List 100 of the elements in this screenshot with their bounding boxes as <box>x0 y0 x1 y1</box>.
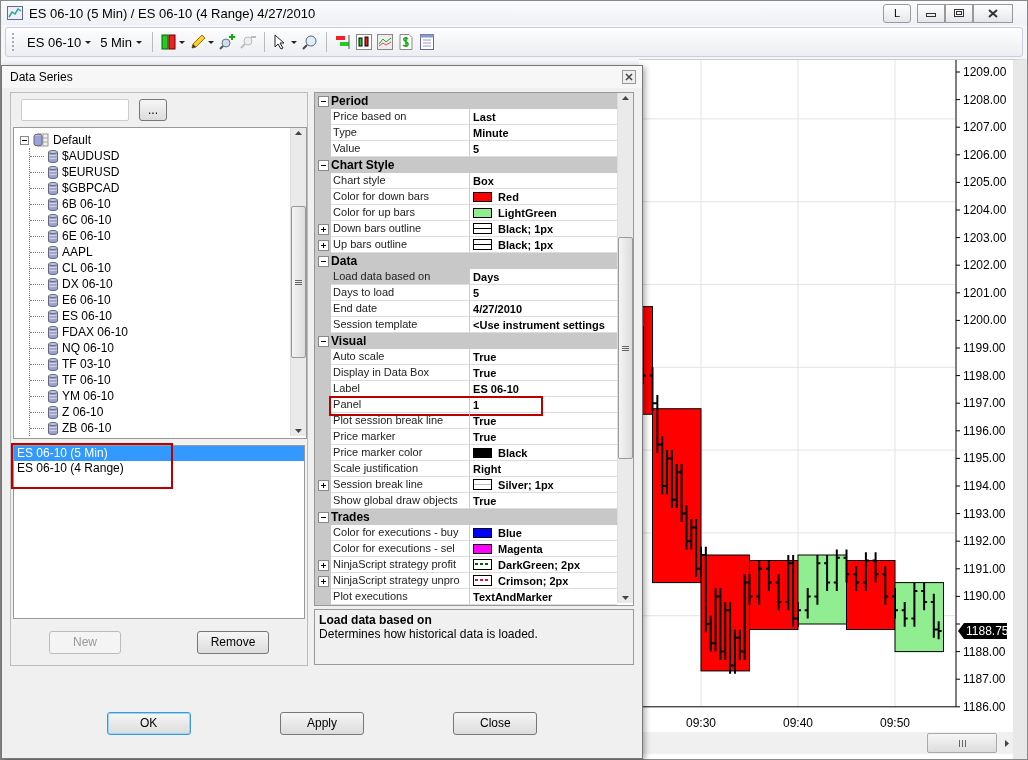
property-value[interactable]: Days <box>473 270 500 283</box>
browse-button[interactable]: ... <box>139 99 167 121</box>
property-value[interactable]: Last <box>473 110 496 123</box>
instrument-dropdown[interactable]: ES 06-10 <box>24 32 95 52</box>
dialog-button[interactable]: OK <box>106 711 191 735</box>
property-name[interactable]: Down bars outline <box>331 221 471 237</box>
tree-item[interactable]: 6B 06-10 <box>62 197 111 211</box>
expand-toggle[interactable] <box>317 575 329 587</box>
data-series-button[interactable] <box>334 33 352 51</box>
close-button[interactable] <box>973 3 1013 23</box>
property-name[interactable]: Load data based on <box>331 269 471 285</box>
property-name[interactable]: Price marker color <box>331 445 471 461</box>
property-name[interactable]: Chart style <box>331 173 471 189</box>
collapse-toggle[interactable] <box>317 335 329 347</box>
property-name[interactable]: End date <box>331 301 471 317</box>
tree-item[interactable]: $AUDUSD <box>62 149 120 163</box>
property-name[interactable]: Plot session break line <box>331 413 471 429</box>
property-value[interactable]: Silver; 1px <box>498 478 554 491</box>
collapse-toggle[interactable] <box>317 255 329 267</box>
tree-item[interactable]: $EURUSD <box>62 165 120 179</box>
property-name[interactable]: Type <box>331 125 471 141</box>
property-value[interactable]: True <box>473 366 497 379</box>
property-value[interactable]: True <box>473 414 497 427</box>
interval-dropdown[interactable]: 5 Min <box>97 32 145 52</box>
zoom-in-button[interactable] <box>218 33 236 51</box>
property-value[interactable]: LightGreen <box>498 206 557 219</box>
property-name[interactable]: Color for executions - sel <box>331 541 471 557</box>
expand-toggle[interactable] <box>317 479 329 491</box>
property-name[interactable]: Plot executions <box>331 589 471 605</box>
scrollbar-thumb[interactable] <box>291 206 307 358</box>
property-name[interactable]: NinjaScript strategy unpro <box>331 573 471 589</box>
expand-toggle[interactable] <box>317 239 329 251</box>
property-value[interactable]: Right <box>473 462 502 475</box>
property-name[interactable]: Color for up bars <box>331 205 471 221</box>
search-field[interactable] <box>21 99 129 121</box>
property-value[interactable]: Magenta <box>498 542 543 555</box>
property-name[interactable]: Session break line <box>331 477 471 493</box>
tree-item[interactable]: $GBPCAD <box>62 181 120 195</box>
property-value[interactable]: True <box>473 430 497 443</box>
property-value[interactable]: ES 06-10 <box>473 382 519 395</box>
property-value[interactable]: True <box>473 494 497 507</box>
list-item[interactable]: ES 06-10 (4 Range) <box>14 461 305 476</box>
tree-item[interactable]: ZB 06-10 <box>62 421 112 435</box>
property-value[interactable]: TextAndMarker <box>473 590 553 603</box>
tree-item[interactable]: 6E 06-10 <box>62 229 111 243</box>
tree-item[interactable]: DX 06-10 <box>62 277 113 291</box>
property-name[interactable]: Display in Data Box <box>331 365 471 381</box>
dialog-button[interactable]: Apply <box>280 711 364 735</box>
collapse-toggle[interactable] <box>317 511 329 523</box>
property-value[interactable]: Blue <box>498 526 522 539</box>
property-name[interactable]: Color for executions - buy <box>331 525 471 541</box>
collapse-toggle[interactable] <box>317 95 329 107</box>
property-value[interactable]: Crimson; 2px <box>498 574 569 587</box>
orders-button[interactable] <box>397 33 415 51</box>
search-button[interactable] <box>301 33 319 51</box>
drawing-tool-button[interactable] <box>189 33 215 51</box>
collapse-toggle[interactable] <box>20 135 29 145</box>
tree-item[interactable]: NQ 06-10 <box>62 341 115 355</box>
property-name[interactable]: NinjaScript strategy profit <box>331 557 471 573</box>
collapse-toggle[interactable] <box>317 159 329 171</box>
tree-item[interactable]: ES 06-10 <box>62 309 113 323</box>
tree-item[interactable]: CL 06-10 <box>62 261 111 275</box>
tree-item[interactable]: FDAX 06-10 <box>62 325 129 339</box>
tree-item[interactable]: TF 06-10 <box>62 373 111 387</box>
property-name[interactable]: Color for down bars <box>331 189 471 205</box>
tree-item[interactable]: AAPL <box>62 245 93 259</box>
property-name[interactable]: Panel <box>331 397 471 413</box>
property-value[interactable]: 5 <box>473 142 480 155</box>
tree-item[interactable]: E6 06-10 <box>62 293 111 307</box>
tree-item[interactable]: YM 06-10 <box>62 389 115 403</box>
property-value[interactable]: <Use instrument settings <box>473 318 605 331</box>
property-value[interactable]: 1 <box>473 398 480 411</box>
expand-toggle[interactable] <box>317 223 329 235</box>
property-name[interactable]: Scale justification <box>331 461 471 477</box>
property-name[interactable]: Price based on <box>331 109 471 125</box>
scrollbar[interactable] <box>290 128 307 436</box>
property-value[interactable]: 5 <box>473 286 480 299</box>
pointer-button[interactable] <box>272 33 298 51</box>
property-name[interactable]: Days to load <box>331 285 471 301</box>
chart-style-button[interactable] <box>160 33 186 51</box>
property-value[interactable]: Box <box>473 174 494 187</box>
tree-item[interactable]: Default <box>53 133 92 147</box>
properties-button[interactable] <box>418 33 436 51</box>
property-name[interactable]: Label <box>331 381 471 397</box>
tree-item[interactable]: TF 03-10 <box>62 357 111 371</box>
property-value[interactable]: 4/27/2010 <box>473 302 522 315</box>
minimize-button[interactable] <box>917 3 945 23</box>
scrollbar-thumb[interactable] <box>618 237 633 459</box>
scrollbar-thumb[interactable] <box>927 733 997 753</box>
property-value[interactable]: Black; 1px <box>498 238 554 251</box>
property-value[interactable]: Red <box>498 190 519 203</box>
property-value[interactable]: Minute <box>473 126 509 139</box>
indicators-button[interactable] <box>355 33 373 51</box>
dialog-button[interactable]: Remove <box>197 630 270 654</box>
property-value[interactable]: Black <box>498 446 528 459</box>
property-value[interactable]: DarkGreen; 2px <box>498 558 580 571</box>
property-name[interactable]: Auto scale <box>331 349 471 365</box>
dialog-button[interactable]: Close <box>453 711 538 735</box>
tree-item[interactable]: 6C 06-10 <box>62 213 112 227</box>
maximize-button[interactable] <box>945 3 973 23</box>
